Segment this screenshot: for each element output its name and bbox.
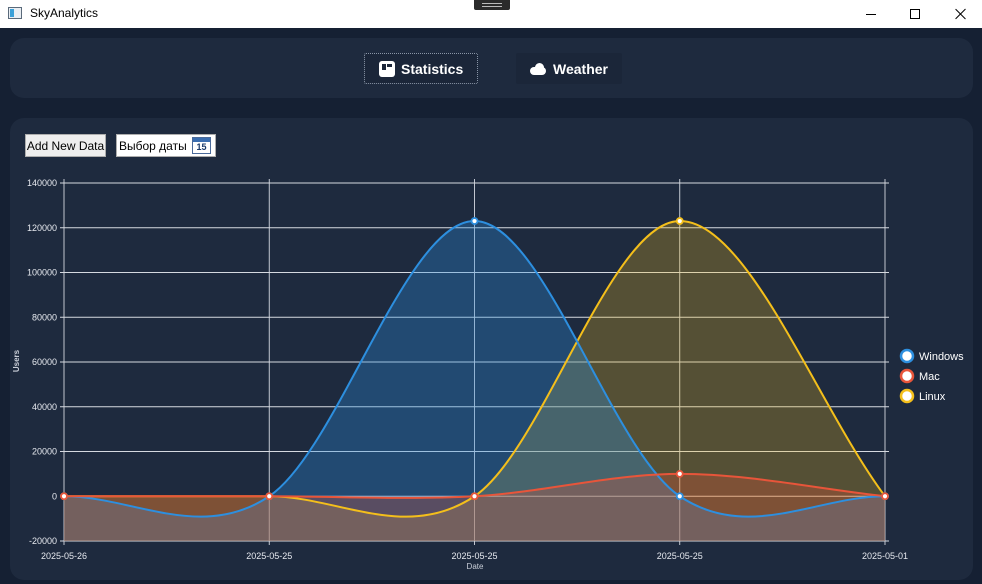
y-tick-label: 20000 [32, 447, 57, 457]
x-tick-label: 2025-05-26 [41, 551, 87, 561]
legend-label-linux[interactable]: Linux [919, 391, 946, 403]
x-tick-label: 2025-05-25 [246, 551, 292, 561]
users-chart: -20000 0 20000 40000 60000 80000 100000 120000 1… [12, 178, 964, 571]
legend-marker-mac[interactable] [899, 368, 915, 384]
point-mac[interactable] [470, 492, 479, 501]
chart-legend: Windows Mac Linux [899, 348, 964, 404]
legend-label-windows[interactable]: Windows [919, 351, 964, 363]
y-tick-label: 0 [52, 491, 57, 501]
y-tick-label: 120000 [27, 223, 57, 233]
x-axis-ticks: 2025-05-26 2025-05-25 2025-05-25 2025-05-25… [41, 551, 908, 561]
y-tick-label: -20000 [29, 536, 57, 546]
point-windows[interactable] [470, 217, 479, 225]
point-mac[interactable] [60, 492, 68, 501]
point-mac[interactable] [265, 492, 274, 501]
y-axis-ticks: -20000 0 20000 40000 60000 80000 100000 120000 1… [27, 178, 57, 546]
x-tick-label: 2025-05-25 [451, 551, 497, 561]
x-tick-label: 2025-05-25 [657, 551, 703, 561]
y-axis-title: Users [12, 349, 21, 372]
point-mac[interactable] [881, 492, 889, 501]
y-tick-label: 140000 [27, 178, 57, 188]
point-mac[interactable] [675, 469, 684, 478]
legend-marker-linux[interactable] [899, 388, 915, 404]
legend-marker-windows[interactable] [899, 348, 915, 364]
x-axis-title: Date [467, 562, 484, 571]
point-linux[interactable] [675, 217, 684, 225]
y-tick-label: 80000 [32, 312, 57, 322]
x-tick-label: 2025-05-01 [862, 551, 908, 561]
y-tick-label: 100000 [27, 268, 57, 278]
y-tick-label: 60000 [32, 357, 57, 367]
legend-label-mac[interactable]: Mac [919, 371, 940, 383]
point-windows[interactable] [675, 492, 684, 501]
y-tick-label: 40000 [32, 402, 57, 412]
